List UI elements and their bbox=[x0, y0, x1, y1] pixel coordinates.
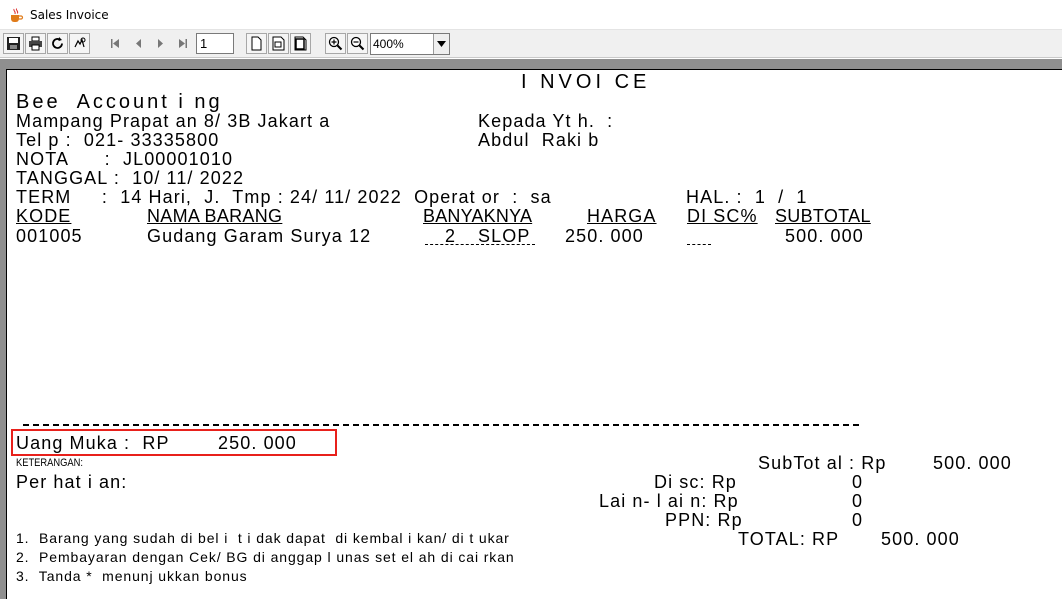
zoom-in-icon bbox=[328, 36, 343, 51]
item-nama: Gudang Garam Surya 12 bbox=[147, 226, 372, 246]
window-title: Sales Invoice bbox=[30, 8, 109, 22]
disc-label: Di sc: Rp bbox=[654, 472, 737, 492]
note-1: 1. Barang yang sudah di bel i t i dak da… bbox=[16, 530, 510, 546]
fit-width-icon bbox=[272, 36, 285, 51]
lain-lain-value: 0 bbox=[852, 491, 864, 511]
perhatian-label: Per hat i an: bbox=[16, 472, 128, 492]
report-page: I NVOI CE Bee Account i ng Mampang Prapa… bbox=[6, 69, 1062, 599]
single-page-button[interactable] bbox=[246, 33, 267, 54]
highlight-box bbox=[11, 429, 337, 456]
item-kode: 001005 bbox=[16, 226, 83, 246]
item-subtotal: 500. 000 bbox=[785, 226, 864, 246]
zoom-select[interactable]: 400% bbox=[370, 33, 450, 55]
print-icon bbox=[29, 36, 42, 51]
save-icon bbox=[7, 37, 20, 50]
row-separator-disc bbox=[687, 244, 711, 245]
row-separator bbox=[425, 244, 535, 245]
company-phone: Tel p : 021- 33335800 bbox=[16, 130, 220, 150]
item-unit: SLOP bbox=[478, 226, 531, 246]
zoom-dropdown-button[interactable] bbox=[433, 34, 449, 54]
to-label: Kepada Yt h. : bbox=[478, 111, 614, 131]
fit-width-button[interactable] bbox=[268, 33, 289, 54]
header-banyaknya: BANYAKNYA bbox=[423, 206, 533, 226]
page-counter: HAL. : 1 / 1 bbox=[686, 187, 808, 207]
next-page-button[interactable] bbox=[150, 33, 171, 54]
header-harga: HARGA bbox=[587, 206, 657, 226]
disc-value: 0 bbox=[852, 472, 864, 492]
nota-number: NOTA : JL00001010 bbox=[16, 149, 234, 169]
header-nama-barang: NAMA BARANG bbox=[147, 206, 283, 226]
actual-size-icon bbox=[294, 36, 307, 51]
note-3: 3. Tanda * menunj ukkan bonus bbox=[16, 568, 248, 584]
subtotal-value: 500. 000 bbox=[933, 453, 1012, 473]
report-toolbar: 400% bbox=[0, 30, 1062, 58]
invoice-term: TERM : 14 Hari, J. Tmp : 24/ 11/ 2022 Op… bbox=[16, 187, 552, 207]
company-name: Bee Account i ng bbox=[16, 91, 223, 113]
single-page-icon bbox=[251, 36, 262, 51]
next-page-icon bbox=[158, 39, 163, 48]
keterangan-label: KETERANGAN: bbox=[16, 457, 84, 469]
title-bar: Sales Invoice bbox=[0, 0, 1062, 30]
prev-page-icon bbox=[136, 39, 141, 48]
zoom-value: 400% bbox=[373, 37, 404, 51]
total-label: TOTAL: RP bbox=[738, 529, 840, 549]
first-page-icon bbox=[111, 39, 119, 48]
header-kode: KODE bbox=[16, 206, 72, 226]
print-button[interactable] bbox=[25, 33, 46, 54]
dropdown-arrow-icon bbox=[437, 41, 446, 47]
zoom-out-button[interactable] bbox=[347, 33, 368, 54]
first-page-button[interactable] bbox=[105, 33, 126, 54]
java-cup-icon bbox=[11, 8, 24, 22]
header-subtotal: SUBTOTAL bbox=[775, 206, 871, 226]
item-qty: 2 bbox=[445, 226, 457, 246]
page-number-input[interactable] bbox=[196, 33, 234, 54]
ppn-value: 0 bbox=[852, 510, 864, 530]
reload-button[interactable] bbox=[47, 33, 68, 54]
actual-size-button[interactable] bbox=[290, 33, 311, 54]
prev-page-button[interactable] bbox=[128, 33, 149, 54]
total-value: 500. 000 bbox=[881, 529, 960, 549]
zoom-out-icon bbox=[350, 36, 365, 51]
invoice-date: TANGGAL : 10/ 11/ 2022 bbox=[16, 168, 245, 188]
fit-button[interactable] bbox=[69, 33, 90, 54]
company-address: Mampang Prapat an 8/ 3B Jakart a bbox=[16, 111, 331, 131]
report-viewer[interactable]: I NVOI CE Bee Account i ng Mampang Prapa… bbox=[0, 59, 1062, 599]
subtotal-label: SubTot al : Rp bbox=[758, 453, 887, 473]
fit-icon bbox=[74, 37, 86, 48]
item-harga: 250. 000 bbox=[565, 226, 644, 246]
lain-lain-label: Lai n- l ai n: Rp bbox=[599, 491, 739, 511]
invoice-title: I NVOI CE bbox=[521, 71, 651, 93]
to-name: Abdul Raki b bbox=[478, 130, 600, 150]
last-page-button[interactable] bbox=[172, 33, 193, 54]
save-button[interactable] bbox=[3, 33, 24, 54]
last-page-icon bbox=[179, 39, 187, 48]
reload-icon bbox=[52, 37, 63, 49]
note-2: 2. Pembayaran dengan Cek/ BG di anggap l… bbox=[16, 549, 515, 565]
header-disc: DI SC% bbox=[687, 206, 758, 226]
ppn-label: PPN: Rp bbox=[665, 510, 743, 530]
zoom-in-button[interactable] bbox=[325, 33, 346, 54]
footer-dashed-line bbox=[23, 424, 859, 426]
